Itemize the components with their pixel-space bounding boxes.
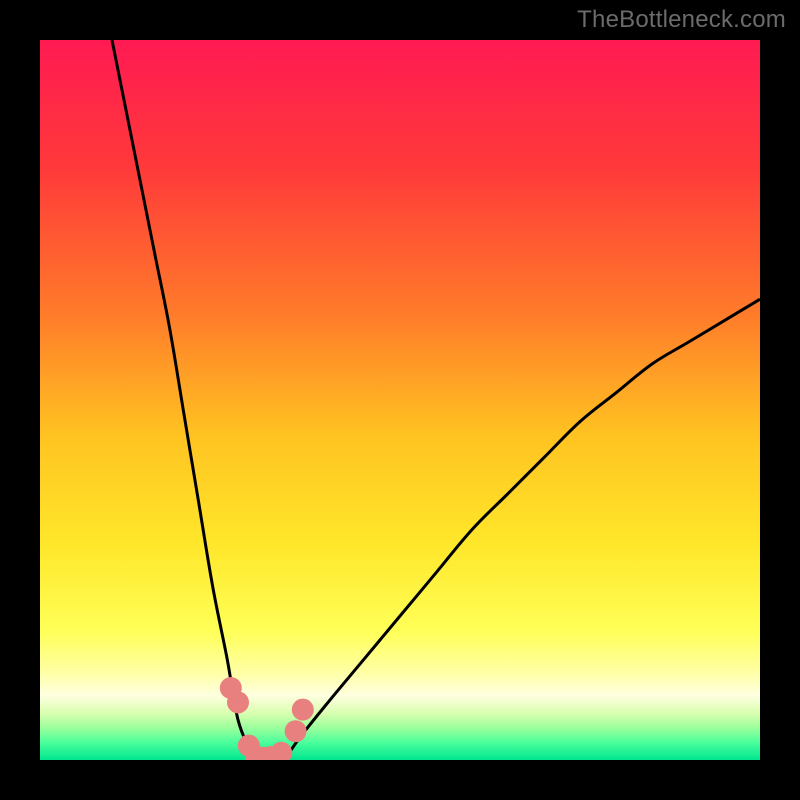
marker-point [292, 699, 314, 721]
marker-point [227, 691, 249, 713]
marker-group [220, 677, 314, 760]
curve-right [285, 299, 760, 760]
watermark-text: TheBottleneck.com [577, 6, 786, 34]
outer-frame: TheBottleneck.com [0, 0, 800, 800]
marker-point [285, 720, 307, 742]
curve-layer [40, 40, 760, 760]
marker-point [270, 742, 292, 760]
plot-area [40, 40, 760, 760]
curve-left [112, 40, 256, 760]
